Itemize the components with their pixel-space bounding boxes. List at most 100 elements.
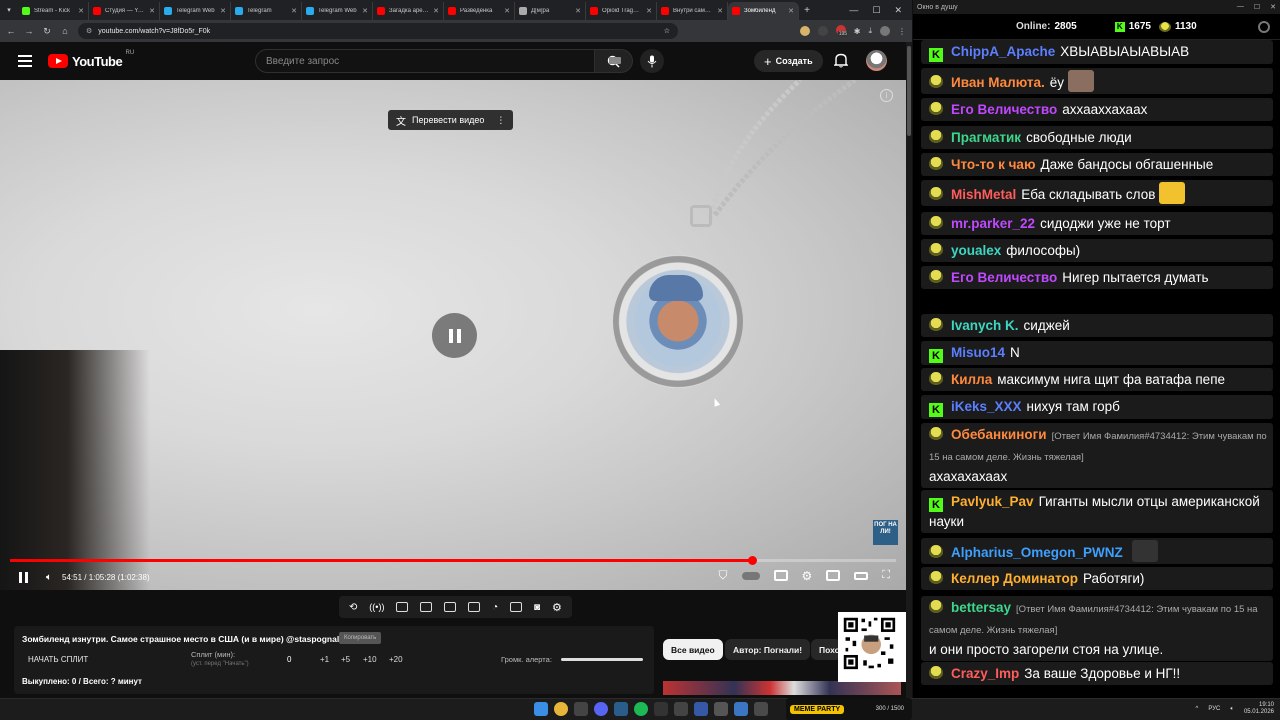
chat-nickname[interactable]: bettersay xyxy=(951,600,1011,615)
notifications-bell-icon[interactable] xyxy=(834,53,848,68)
app-icon[interactable] xyxy=(674,702,688,716)
player-app-icon[interactable] xyxy=(694,702,708,716)
extension-icon[interactable] xyxy=(817,26,828,36)
chat-message[interactable]: Его Величество Нигер пытается думать xyxy=(921,266,1273,289)
chat-nickname[interactable]: Pavlyuk_Pav xyxy=(951,494,1034,509)
chat-nickname[interactable]: mr.parker_22 xyxy=(951,216,1035,231)
keyboard-icon[interactable] xyxy=(609,57,621,64)
download-icon[interactable]: ⤓ xyxy=(868,26,872,36)
add-5-button[interactable]: +5 xyxy=(341,655,350,664)
info-icon[interactable]: i xyxy=(880,89,893,102)
add-1-button[interactable]: +1 xyxy=(320,655,329,664)
chat-nickname[interactable]: ChippA_Apache xyxy=(951,44,1055,59)
scrollbar-thumb[interactable] xyxy=(907,46,911,136)
screenshot-camera-icon[interactable]: ◙ xyxy=(534,602,540,613)
browser-tab[interactable]: Stream - Kick ✕ xyxy=(18,2,89,20)
chrome-icon[interactable] xyxy=(554,702,568,716)
browser-tab[interactable]: Telegram Web ✕ xyxy=(160,2,231,20)
tab-close-icon[interactable]: ✕ xyxy=(717,7,723,15)
maximize-icon[interactable]: ☐ xyxy=(1254,3,1260,11)
extension-icon[interactable] xyxy=(799,26,810,36)
browser-tab[interactable]: Telegram Web ✕ xyxy=(302,2,373,20)
chat-nickname[interactable]: Иван Малюта. xyxy=(951,75,1045,90)
tab-close-icon[interactable]: ✕ xyxy=(433,7,439,15)
chat-message[interactable]: bettersay [Ответ Имя Фамилия#4734412: Эти… xyxy=(921,596,1273,661)
chat-message[interactable]: Келлер Доминатор Работяги) xyxy=(921,567,1273,590)
chat-messages[interactable]: ChippA_Apache ХВЫАВЫАЫАВЫАВ Иван Малюта. ёу… xyxy=(913,40,1280,698)
chat-nickname[interactable]: Келлер Доминатор xyxy=(951,571,1078,586)
menu-dots-icon[interactable]: ⋮ xyxy=(898,27,906,36)
browser-tab[interactable]: Зомбиленд ✕ xyxy=(728,2,799,20)
chat-nickname[interactable]: Misuo14 xyxy=(951,345,1005,360)
tab-close-icon[interactable]: ✕ xyxy=(575,7,581,15)
screen-record-icon[interactable] xyxy=(396,602,409,612)
site-info-icon[interactable]: ⚙ xyxy=(86,27,92,35)
browser-tab[interactable]: Студия — YouTube ✕ xyxy=(89,2,160,20)
spotify-icon[interactable] xyxy=(634,702,648,716)
puzzle-icon[interactable]: ✱ xyxy=(854,27,861,36)
chat-nickname[interactable]: Килла xyxy=(951,372,992,387)
steam-icon[interactable] xyxy=(614,702,628,716)
pause-overlay-icon[interactable] xyxy=(432,313,477,358)
chat-message[interactable]: Обебанкиноги [Ответ Имя Фамилия#4734412: … xyxy=(921,423,1273,488)
more-options-icon[interactable]: ⋮ xyxy=(496,115,505,126)
create-button[interactable]: + Создать xyxy=(754,50,823,72)
chat-message[interactable]: ChippA_Apache ХВЫАВЫАЫАВЫАВ xyxy=(921,40,1273,64)
volume-icon[interactable]: 🔈︎ xyxy=(46,572,52,583)
clapper-icon[interactable] xyxy=(420,602,433,612)
browser-tab[interactable]: Telegram ✕ xyxy=(231,2,302,20)
chat-message[interactable]: iKeks_XXX нихуя там горб xyxy=(921,395,1273,419)
chat-nickname[interactable]: Crazy_Imp xyxy=(951,666,1019,681)
volume-tray-icon[interactable]: 🔈︎ xyxy=(1230,706,1234,713)
tab-close-icon[interactable]: ✕ xyxy=(362,7,368,15)
chat-app-icon[interactable] xyxy=(734,702,748,716)
tab-close-icon[interactable]: ✕ xyxy=(291,7,297,15)
chat-message[interactable]: Misuo14 N xyxy=(921,341,1273,365)
chat-nickname[interactable]: iKeks_XXX xyxy=(951,399,1022,414)
reload-icon[interactable]: ↻ xyxy=(42,26,52,37)
chat-nickname[interactable]: Его Величество xyxy=(951,270,1057,285)
maximize-icon[interactable]: ☐ xyxy=(872,5,880,16)
chat-message[interactable]: Его Величество аххааххахаах xyxy=(921,98,1273,121)
tab-close-icon[interactable]: ✕ xyxy=(504,7,510,15)
close-icon[interactable]: ✕ xyxy=(894,5,902,16)
channel-watermark[interactable]: ПОГ НА ЛИ! xyxy=(873,520,898,545)
chat-nickname[interactable]: Alpharius_Omegon_PWNZ xyxy=(951,545,1123,560)
url-input[interactable]: ⚙ youtube.com/watch?v=J8fDo5r_F0k ☆ xyxy=(78,23,678,39)
tray-chevron-icon[interactable]: ^ xyxy=(1196,706,1199,712)
theater-mode-icon[interactable] xyxy=(854,571,869,580)
chat-message[interactable]: youalex философы) xyxy=(921,239,1273,262)
chat-settings-icon[interactable] xyxy=(1258,20,1270,33)
menu-icon[interactable] xyxy=(18,55,32,67)
browser-tab[interactable]: Загадка арестанта ✕ xyxy=(373,2,444,20)
tab-close-icon[interactable]: ✕ xyxy=(220,7,226,15)
add-10-button[interactable]: +10 xyxy=(363,655,377,664)
close-icon[interactable]: ✕ xyxy=(1270,3,1276,11)
subtitles-icon[interactable] xyxy=(773,570,788,581)
chat-message[interactable]: Pavlyuk_PavГиганты мысли отцы американск… xyxy=(921,490,1273,533)
chat-nickname[interactable]: Что-то к чаю xyxy=(951,157,1035,172)
aspect-ratio-icon[interactable] xyxy=(444,602,457,612)
start-split-button[interactable]: НАЧАТЬ СПЛИТ xyxy=(28,655,88,664)
tab-close-icon[interactable]: ✕ xyxy=(78,7,84,15)
chip-author[interactable]: Автор: Погнали! xyxy=(725,639,811,660)
browser-tab[interactable]: Разведенка ✕ xyxy=(444,2,515,20)
speed-gauge-icon[interactable]: ◔ xyxy=(492,602,498,613)
chat-nickname[interactable]: Его Величество xyxy=(951,102,1057,117)
app-icon[interactable] xyxy=(714,702,728,716)
browser-tab[interactable]: Внутри самого ✕ xyxy=(657,2,728,20)
settings-gear-icon[interactable]: ⚙ xyxy=(802,569,813,583)
split-minutes-input[interactable]: 0 xyxy=(287,655,291,664)
voice-search-button[interactable] xyxy=(640,49,664,73)
copy-title-button[interactable]: Копировать xyxy=(339,632,382,644)
extension-settings-icon[interactable]: ⚙ xyxy=(552,601,562,614)
chat-nickname[interactable]: Ivanych K. xyxy=(951,318,1019,333)
chat-message[interactable]: Что-то к чаю Даже бандосы обгашенные xyxy=(921,153,1273,176)
back-icon[interactable]: ← xyxy=(6,26,16,36)
tab-search-icon[interactable]: ▾ xyxy=(0,1,18,19)
chat-message[interactable]: Alpharius_Omegon_PWNZ xyxy=(921,538,1273,564)
picture-in-picture-icon[interactable] xyxy=(468,602,481,612)
chat-message[interactable]: Crazy_Imp За ваше Здоровье и НГ!! xyxy=(921,662,1273,685)
chat-message[interactable]: MishMetal Еба складывать слов xyxy=(921,180,1273,206)
fullscreen-icon[interactable]: ⛶ xyxy=(882,569,890,582)
